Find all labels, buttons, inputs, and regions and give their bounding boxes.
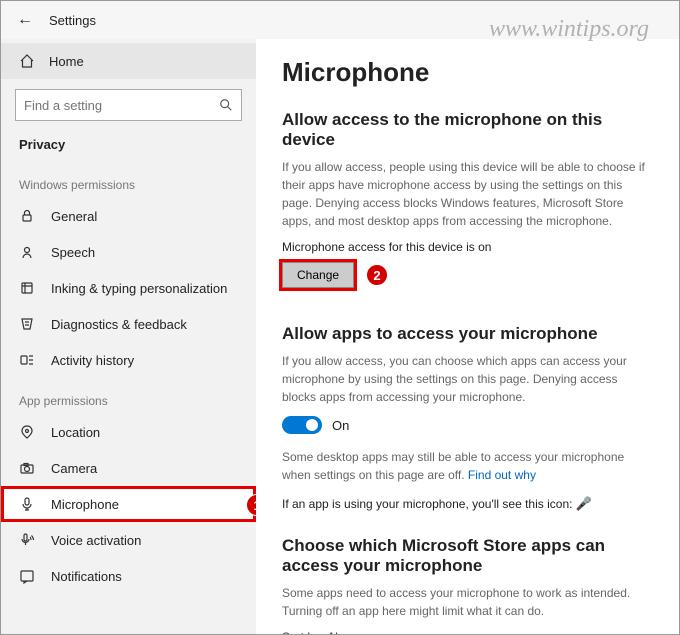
sort-value: Name [329, 630, 361, 635]
chevron-down-icon: ⌄ [367, 630, 377, 635]
window-title: Settings [49, 13, 96, 28]
mic-in-use-icon: 🎤 [576, 496, 592, 511]
camera-icon [19, 460, 37, 476]
sort-row[interactable]: Sort by: Name ⌄ [282, 630, 653, 635]
page-title: Microphone [282, 57, 653, 88]
sidebar-item-label: Inking & typing personalization [51, 281, 227, 296]
sidebar-item-activity-history[interactable]: Activity history [1, 342, 256, 378]
sidebar-item-notifications[interactable]: Notifications [1, 558, 256, 594]
section-heading-app-access: Allow apps to access your microphone [282, 324, 653, 344]
sidebar-item-label: Speech [51, 245, 95, 260]
location-icon [19, 424, 37, 440]
sidebar-item-label: Activity history [51, 353, 134, 368]
section-desc-device-access: If you allow access, people using this d… [282, 158, 653, 230]
search-input[interactable] [24, 98, 219, 113]
find-out-why-link[interactable]: Find out why [468, 468, 536, 482]
section-heading-store-apps: Choose which Microsoft Store apps can ac… [282, 536, 653, 576]
group-label-app-permissions: App permissions [1, 378, 256, 414]
sidebar-item-inking[interactable]: Inking & typing personalization [1, 270, 256, 306]
sidebar-item-speech[interactable]: Speech [1, 234, 256, 270]
search-box[interactable] [15, 89, 242, 121]
window-titlebar: ← Settings [1, 1, 679, 39]
app-access-toggle[interactable] [282, 416, 322, 434]
history-icon [19, 352, 37, 368]
sidebar-item-diagnostics[interactable]: Diagnostics & feedback [1, 306, 256, 342]
sidebar-item-general[interactable]: General [1, 198, 256, 234]
section-heading-device-access: Allow access to the microphone on this d… [282, 110, 653, 150]
sidebar-item-voice-activation[interactable]: Voice activation [1, 522, 256, 558]
section-desc-store-apps: Some apps need to access your microphone… [282, 584, 653, 620]
voice-icon [19, 532, 37, 548]
notifications-icon [19, 568, 37, 584]
annotation-badge-1: 1 [246, 494, 256, 516]
content-area: Microphone Allow access to the microphon… [256, 39, 679, 634]
group-label-windows-permissions: Windows permissions [1, 162, 256, 198]
change-button[interactable]: Change [282, 262, 354, 288]
diagnostics-icon [19, 316, 37, 332]
sidebar-item-label: Location [51, 425, 100, 440]
lock-icon [19, 208, 37, 224]
sidebar-item-camera[interactable]: Camera [1, 450, 256, 486]
inking-icon [19, 280, 37, 296]
home-icon [19, 53, 35, 69]
toggle-label: On [332, 418, 349, 433]
sidebar-item-label: Notifications [51, 569, 122, 584]
desktop-note: Some desktop apps may still be able to a… [282, 448, 653, 484]
search-icon [219, 98, 233, 112]
sort-label: Sort by: [282, 630, 323, 635]
sidebar-home-label: Home [49, 54, 84, 69]
sidebar: Home Privacy Windows permissions General… [1, 39, 256, 634]
microphone-icon [19, 496, 37, 512]
back-button[interactable]: ← [17, 11, 33, 29]
sidebar-item-label: Diagnostics & feedback [51, 317, 187, 332]
sidebar-item-label: Camera [51, 461, 97, 476]
annotation-badge-2: 2 [366, 264, 388, 286]
speech-icon [19, 244, 37, 260]
sidebar-item-microphone[interactable]: Microphone 1 [1, 486, 256, 522]
device-access-status: Microphone access for this device is on [282, 240, 653, 254]
sidebar-item-location[interactable]: Location [1, 414, 256, 450]
in-use-note: If an app is using your microphone, you'… [282, 494, 653, 514]
sidebar-item-label: General [51, 209, 97, 224]
section-desc-app-access: If you allow access, you can choose whic… [282, 352, 653, 406]
sidebar-item-label: Voice activation [51, 533, 141, 548]
sidebar-item-label: Microphone [51, 497, 119, 512]
current-section: Privacy [1, 127, 256, 162]
sidebar-home[interactable]: Home [1, 43, 256, 79]
